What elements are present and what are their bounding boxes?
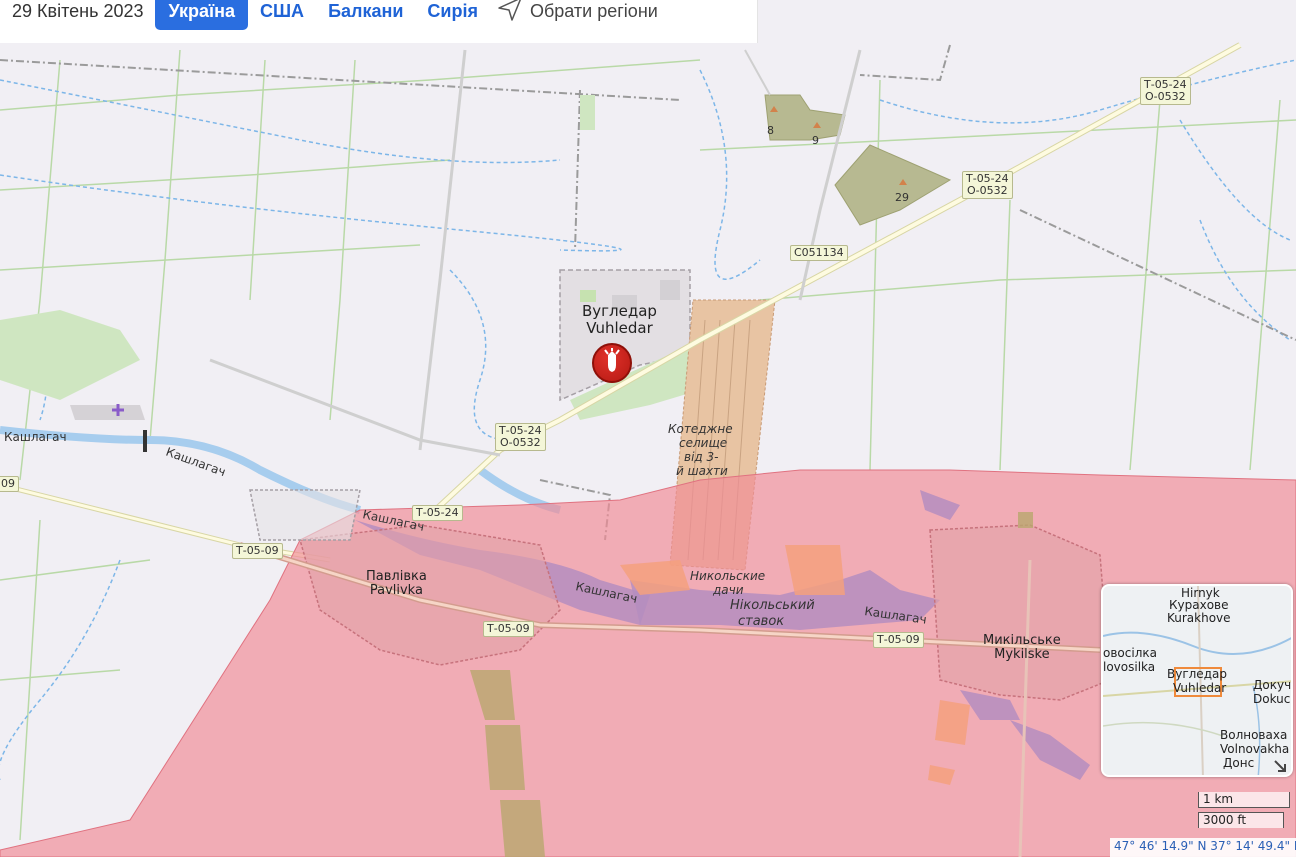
airfield	[70, 404, 145, 420]
tab-usa[interactable]: США	[248, 0, 316, 30]
road-shield: Т-05-24 О-0532	[962, 171, 1013, 199]
road-shield: Т-05-09	[483, 621, 534, 637]
navigation-arrow-icon	[498, 0, 521, 21]
map-canvas[interactable]: Кашлагач Кашлагач Кашлагач Кашлагач Кашл…	[0, 0, 1296, 857]
select-regions-button[interactable]: Обрати регіони	[496, 0, 658, 22]
inset-label: Volnovakha	[1220, 742, 1290, 756]
road-shield: Т-05-24	[412, 505, 463, 521]
inset-label: lovosilka	[1103, 660, 1156, 674]
inset-label: овосілка	[1103, 646, 1157, 660]
inset-label: Dokuc	[1253, 692, 1291, 706]
inset-label: Курахове	[1169, 598, 1229, 612]
top-navigation-bar: 29 Квітень 2023 Україна США Балкани Сирі…	[0, 0, 758, 43]
road-shield: Т-05-09	[873, 632, 924, 648]
explosion-bomb-icon[interactable]	[592, 343, 632, 383]
inset-label: Докуч	[1253, 678, 1292, 692]
road-shield: Т-05-24 О-0532	[1140, 77, 1191, 105]
tab-balkans[interactable]: Балкани	[316, 0, 415, 30]
expand-arrow-icon[interactable]	[1273, 759, 1287, 773]
overview-inset-map[interactable]: Hirnyk Курахове Kurakhove овосілка lovos…	[1101, 584, 1293, 777]
inset-label: Донс	[1223, 756, 1255, 770]
inset-label: Kurakhove	[1167, 611, 1231, 625]
inset-label: Вугледар	[1167, 667, 1227, 681]
date-label: 29 Квітень 2023	[12, 1, 144, 21]
town-mykilske: Микільське Mykilske	[983, 633, 1061, 663]
inset-label: Vuhledar	[1173, 681, 1227, 695]
road-shield: Т-05-24 О-0532	[495, 423, 546, 451]
road-shield: 09	[0, 476, 19, 492]
coordinates-readout: 47° 46' 14.9" N 37° 14' 49.4" E	[1110, 838, 1296, 857]
tab-syria[interactable]: Сирія	[415, 0, 490, 30]
road-shield: Т-05-09	[232, 543, 283, 559]
scale-metric: 1 km	[1198, 792, 1290, 808]
inset-label: Волноваха	[1220, 728, 1288, 742]
road-shield: С051134	[790, 245, 848, 261]
scale-imperial: 3000 ft	[1198, 812, 1284, 828]
town-pavlivka: Павлівка Pavlivka	[366, 569, 427, 599]
bomb-glyph	[604, 348, 620, 372]
spoil-heaps	[764, 94, 952, 226]
tab-ukraine[interactable]: Україна	[155, 0, 248, 30]
town-vuhledar: Вугледар Vuhledar	[582, 302, 657, 337]
bridge	[143, 430, 147, 452]
select-regions-label: Обрати регіони	[529, 1, 658, 21]
